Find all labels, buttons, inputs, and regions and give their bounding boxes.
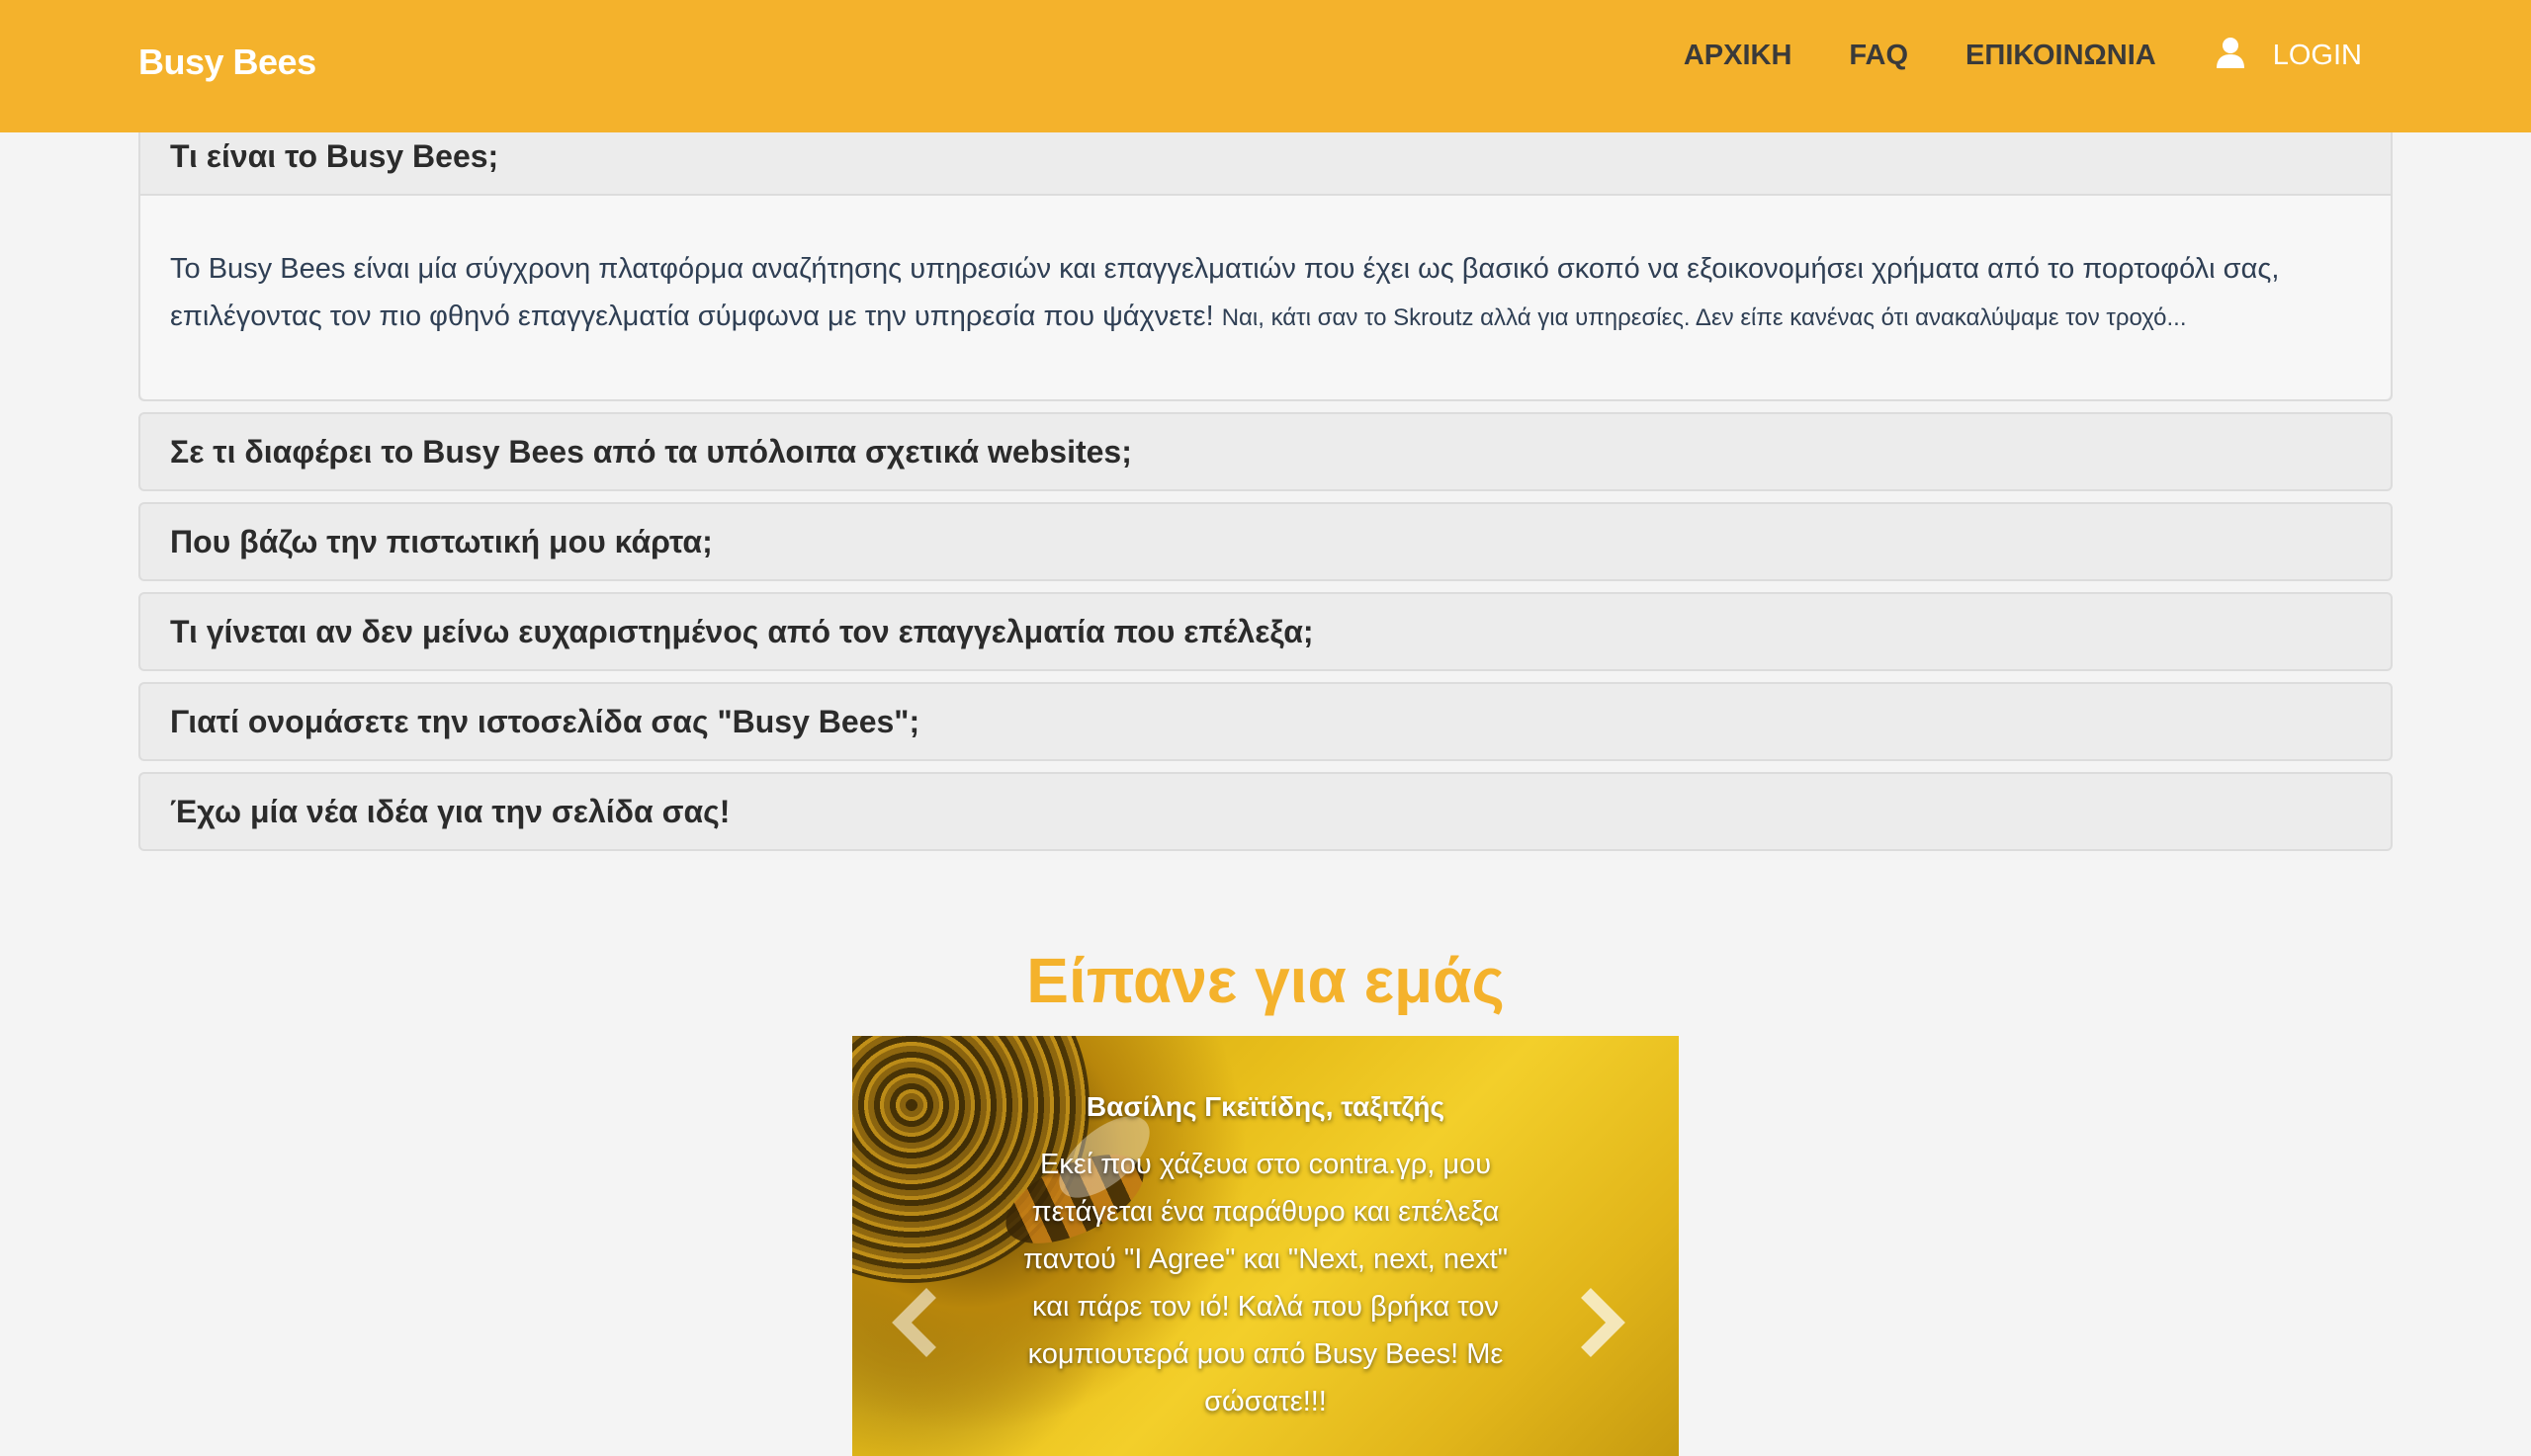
nav-link-contact[interactable]: ΕΠΙΚΟΙΝΩΝΙΑ bbox=[1965, 40, 2156, 72]
carousel-next-button[interactable] bbox=[1570, 1283, 1629, 1362]
faq-panel: Τι γίνεται αν δεν μείνω ευχαριστημένος α… bbox=[138, 592, 2393, 671]
nav-link-faq[interactable]: FAQ bbox=[1849, 40, 1908, 72]
faq-panel: Έχω μία νέα ιδέα για την σελίδα σας! bbox=[138, 772, 2393, 851]
chevron-right-icon bbox=[1581, 1288, 1625, 1357]
nav-links: ΑΡΧΙΚΗ FAQ ΕΠΙΚΟΙΝΩΝΙΑ LOGIN bbox=[1626, 37, 2362, 72]
chevron-left-icon bbox=[892, 1288, 936, 1357]
testimonial-carousel[interactable]: Βασίλης Γκεϊτίδης, ταξιτζής Εκεί που χάζ… bbox=[852, 1036, 1679, 1456]
faq-answer: Το Busy Bees είναι μία σύγχρονη πλατφόρμ… bbox=[140, 196, 2391, 399]
nav-link-home[interactable]: ΑΡΧΙΚΗ bbox=[1684, 40, 1792, 72]
login-link[interactable]: LOGIN bbox=[2216, 37, 2362, 72]
testimonial-quote: Εκεί που χάζευα στο contra.γρ, μου πετάγ… bbox=[1023, 1149, 1508, 1417]
faq-question[interactable]: Τι γίνεται αν δεν μείνω ευχαριστημένος α… bbox=[140, 594, 2391, 669]
faq-accordion: Τι είναι το Busy Bees; Το Busy Bees είνα… bbox=[138, 117, 2393, 862]
login-label: LOGIN bbox=[2272, 40, 2362, 71]
brand-logo[interactable]: Busy Bees bbox=[138, 42, 316, 83]
testimonials-title: Είπανε για εμάς bbox=[1026, 945, 1505, 1016]
faq-question[interactable]: Γιατί ονομάσετε την ιστοσελίδα σας "Busy… bbox=[140, 684, 2391, 759]
top-navbar: Busy Bees ΑΡΧΙΚΗ FAQ ΕΠΙΚΟΙΝΩΝΙΑ LOGIN bbox=[0, 0, 2531, 132]
faq-panel: Που βάζω την πιστωτική μου κάρτα; bbox=[138, 502, 2393, 581]
slide-caption: Βασίλης Γκεϊτίδης, ταξιτζής Εκεί που χάζ… bbox=[1010, 1091, 1521, 1425]
faq-question[interactable]: Σε τι διαφέρει το Busy Bees από τα υπόλο… bbox=[140, 414, 2391, 489]
faq-panel: Γιατί ονομάσετε την ιστοσελίδα σας "Busy… bbox=[138, 682, 2393, 761]
user-icon bbox=[2216, 37, 2244, 68]
faq-question[interactable]: Που βάζω την πιστωτική μου κάρτα; bbox=[140, 504, 2391, 579]
faq-panel: Τι είναι το Busy Bees; Το Busy Bees είνα… bbox=[138, 117, 2393, 401]
faq-question[interactable]: Έχω μία νέα ιδέα για την σελίδα σας! bbox=[140, 774, 2391, 849]
testimonial-author: Βασίλης Γκεϊτίδης, ταξιτζής bbox=[1086, 1091, 1445, 1122]
faq-answer-note: Ναι, κάτι σαν το Skroutz αλλά για υπηρεσ… bbox=[1221, 304, 2187, 331]
carousel-prev-button[interactable] bbox=[888, 1283, 947, 1362]
faq-panel: Σε τι διαφέρει το Busy Bees από τα υπόλο… bbox=[138, 412, 2393, 491]
